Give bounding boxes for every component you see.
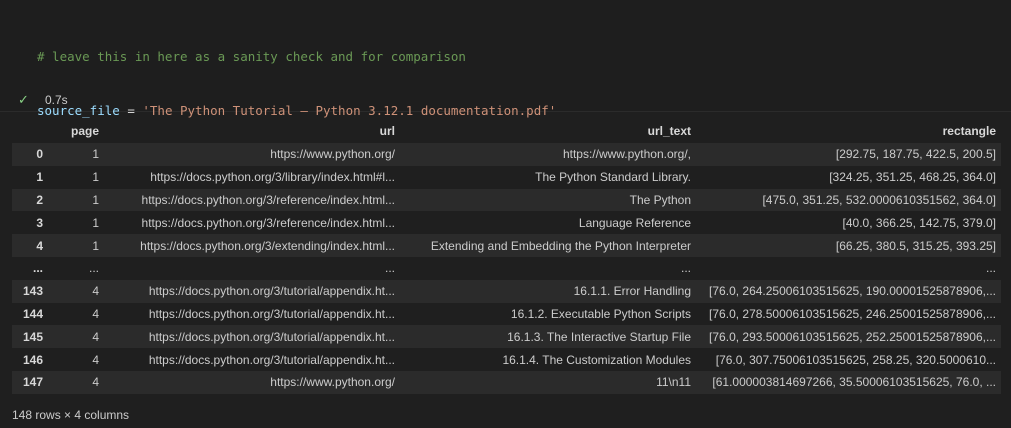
- table-row: ...............: [12, 256, 1001, 280]
- table-cell: ...: [384, 261, 395, 276]
- code-comment: # leave this in here as a sanity check a…: [37, 49, 466, 64]
- table-cell: 1: [92, 147, 99, 162]
- table-cell: 1: [92, 215, 99, 230]
- table-cell: https://docs.python.org/3/library/index.…: [150, 170, 395, 185]
- table-cell: [40.0, 366.25, 142.75, 379.0]: [842, 215, 996, 230]
- row-index: 3: [36, 215, 43, 230]
- checkmark-icon: ✓: [18, 92, 29, 107]
- table-row: 144 4 https://docs.python.org/3/tutorial/a…: [12, 302, 1001, 326]
- row-index: 143: [22, 284, 43, 299]
- table-cell: 16.1.4. The Customization Modules: [502, 352, 691, 367]
- table-cell: https://docs.python.org/3/tutorial/appen…: [148, 284, 395, 299]
- table-cell: 1: [92, 192, 99, 207]
- table-cell: [76.0, 307.75006103515625, 258.25, 320.5…: [715, 352, 996, 367]
- table-cell: 16.1.2. Executable Python Scripts: [510, 306, 691, 321]
- table-cell: https://docs.python.org/3/reference/inde…: [141, 192, 395, 207]
- table-cell: 4: [92, 306, 99, 321]
- table-cell: 4: [92, 329, 99, 344]
- table-cell: https://docs.python.org/3/tutorial/appen…: [148, 306, 395, 321]
- table-cell: 1: [92, 170, 99, 185]
- column-header: url: [104, 119, 400, 143]
- code-string: 'The Python Tutorial — Python 3.12.1 doc…: [142, 103, 557, 118]
- table-row: 145 4 https://docs.python.org/3/tutorial/a…: [12, 325, 1001, 349]
- row-index: 147: [22, 375, 43, 390]
- execution-time: 0.7s: [45, 93, 68, 107]
- column-header: rectangle: [696, 119, 1001, 143]
- table-cell: https://docs.python.org/3/reference/inde…: [141, 215, 395, 230]
- table-body: 0 1 https://www.python.org/https://www.pyt…: [12, 143, 1001, 394]
- table-row: 1 1 https://docs.python.org/3/library/inde…: [12, 165, 1001, 189]
- row-index: 1: [36, 170, 43, 185]
- table-cell: 4: [92, 352, 99, 367]
- execution-status: ✓ 0.7s: [18, 91, 68, 109]
- table-cell: https://www.python.org/,: [562, 147, 691, 162]
- table-row: 2 1 https://docs.python.org/3/reference/in…: [12, 188, 1001, 212]
- table-cell: https://docs.python.org/3/extending/inde…: [140, 238, 395, 253]
- table-cell: 1: [92, 238, 99, 253]
- table-row: 146 4 https://docs.python.org/3/tutorial/a…: [12, 348, 1001, 371]
- table-row: 143 4 https://docs.python.org/3/tutorial/a…: [12, 279, 1001, 303]
- table-cell: https://docs.python.org/3/tutorial/appen…: [148, 352, 395, 367]
- table-cell: [475.0, 351.25, 532.0000610351562, 364.0…: [762, 192, 996, 207]
- code-operator: =: [119, 103, 143, 118]
- row-index: ...: [32, 261, 43, 276]
- cell-output: page url url_text rectangle 0 1 https://www.p…: [12, 119, 1001, 394]
- table-cell: 11\n11: [656, 375, 691, 390]
- table-cell: 16.1.1. Error Handling: [573, 284, 691, 299]
- table-row: 4 1 https://docs.python.org/3/extending/in…: [12, 234, 1001, 257]
- code-cell[interactable]: # leave this in here as a sanity check a…: [0, 0, 1011, 226]
- table-cell: 16.1.3. The Interactive Startup File: [507, 329, 691, 344]
- table-shape-summary: 148 rows × 4 columns: [12, 408, 130, 422]
- column-header: url_text: [400, 119, 696, 143]
- table-cell: The Python Standard Library.: [535, 170, 691, 185]
- code-line-1: # leave this in here as a sanity check a…: [37, 48, 556, 66]
- table-row: 147 4 https://www.python.org/11\n11 [61.000…: [12, 370, 1001, 394]
- table-cell: [76.0, 293.50006103515625, 252.250015258…: [709, 329, 996, 344]
- table-cell: 4: [92, 375, 99, 390]
- row-index: 4: [36, 238, 43, 253]
- table-row: 3 1 https://docs.python.org/3/reference/in…: [12, 211, 1001, 235]
- table-cell: [76.0, 264.25006103515625, 190.000015258…: [709, 284, 996, 299]
- table-cell: The Python: [629, 192, 691, 207]
- row-index: 145: [22, 329, 43, 344]
- row-index: 144: [22, 306, 43, 321]
- index-header: [12, 119, 48, 143]
- table-cell: [76.0, 278.50006103515625, 246.250015258…: [709, 306, 996, 321]
- table-header-row: page url url_text rectangle: [12, 119, 1001, 143]
- row-index: 2: [36, 192, 43, 207]
- table-cell: [61.000003814697266, 35.50006103515625, …: [712, 375, 996, 390]
- table-cell: ...: [985, 261, 996, 276]
- table-cell: [324.25, 351.25, 468.25, 364.0]: [829, 170, 996, 185]
- table-cell: ...: [88, 261, 99, 276]
- table-cell: 4: [92, 284, 99, 299]
- row-index: 0: [36, 147, 43, 162]
- table-cell: https://docs.python.org/3/tutorial/appen…: [148, 329, 395, 344]
- table-cell: Language Reference: [578, 215, 691, 230]
- column-header: page: [48, 119, 104, 143]
- table-cell: [66.25, 380.5, 315.25, 393.25]: [835, 238, 996, 253]
- dataframe-table: page url url_text rectangle 0 1 https://www.p…: [12, 119, 1001, 394]
- table-cell: Extending and Embedding the Python Inter…: [430, 238, 691, 253]
- table-cell: https://www.python.org/: [270, 147, 395, 162]
- table-cell: ...: [680, 261, 691, 276]
- table-row: 0 1 https://www.python.org/https://www.pyt…: [12, 143, 1001, 166]
- row-index: 146: [22, 352, 43, 367]
- table-cell: https://www.python.org/: [270, 375, 395, 390]
- table-cell: [292.75, 187.75, 422.5, 200.5]: [835, 147, 996, 162]
- code-line-2: source_file = 'The Python Tutorial — Pyt…: [37, 102, 556, 120]
